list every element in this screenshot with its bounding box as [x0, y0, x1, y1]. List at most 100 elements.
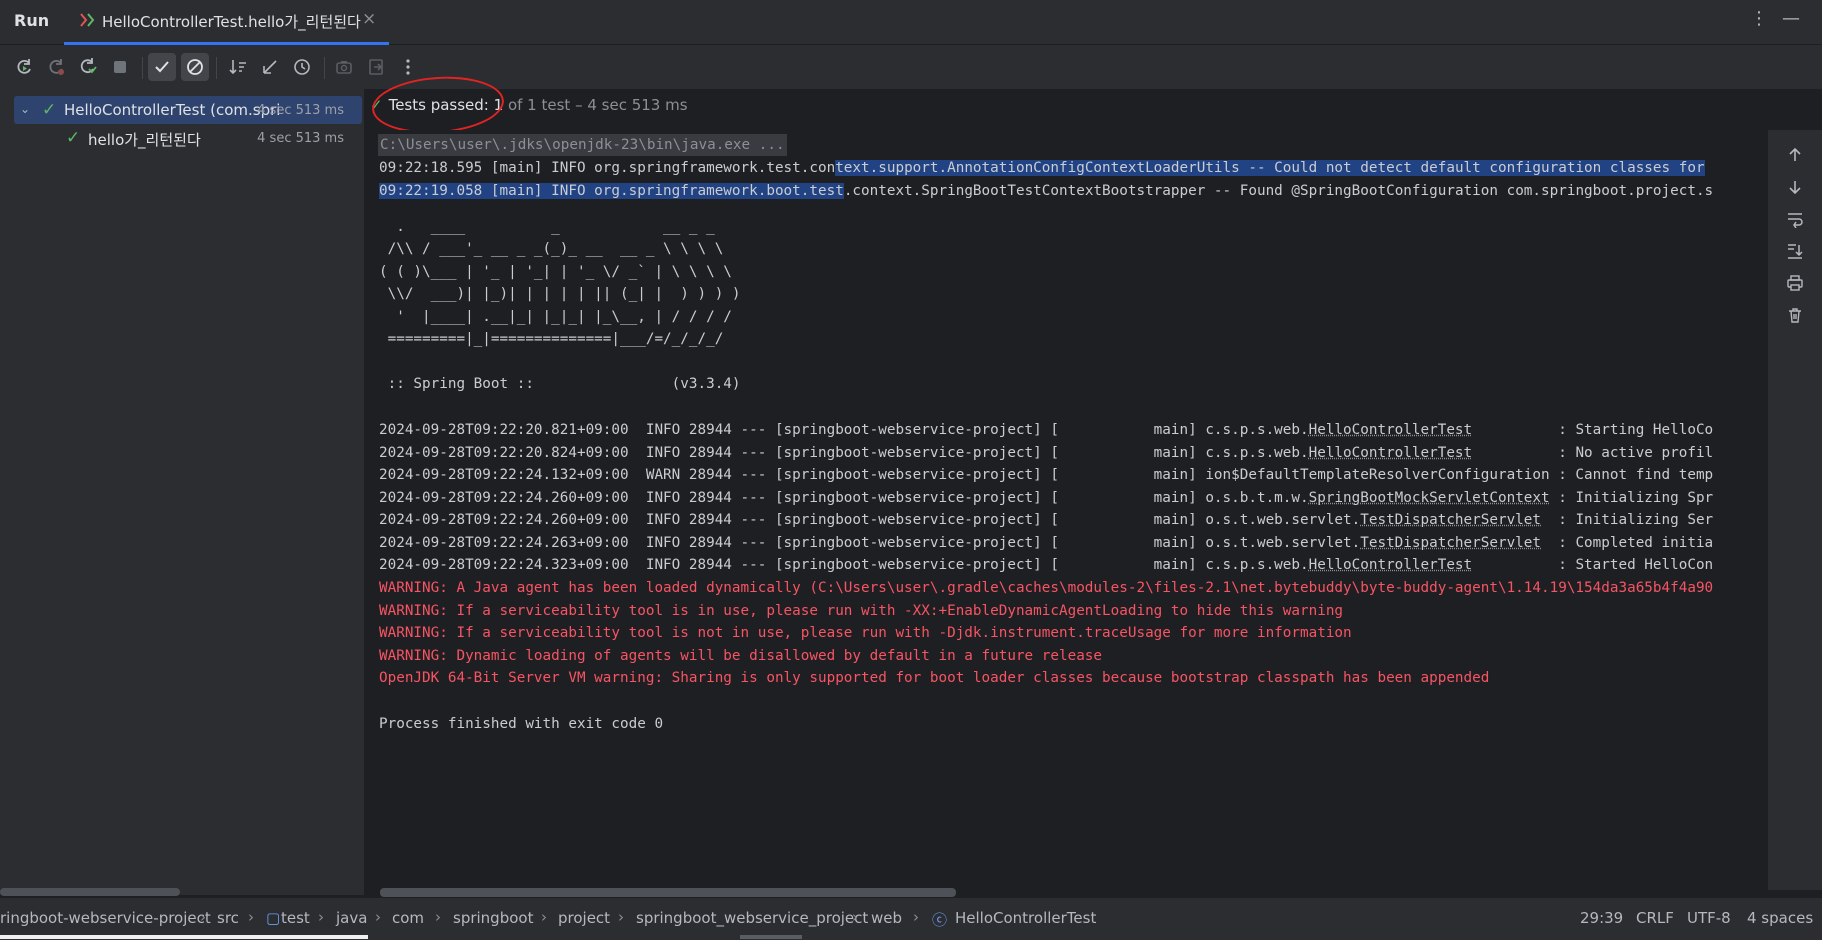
breadcrumb-separator: › [375, 908, 381, 926]
taskbar-strip [740, 935, 802, 939]
export-icon[interactable] [330, 53, 358, 81]
banner-line: . ____ _ __ _ _ [379, 219, 715, 235]
trash-icon[interactable] [1782, 302, 1808, 328]
breadcrumb-web[interactable]: web [871, 909, 902, 927]
test-class-name: HelloControllerTest (com.springboot.proj… [64, 101, 280, 119]
breadcrumb-separator: › [618, 908, 624, 926]
breadcrumb-project-pkg[interactable]: project [558, 909, 610, 927]
rerun-failed-icon[interactable] [42, 53, 70, 81]
test-passed-icon: ✓ [42, 100, 57, 120]
class-icon: ⓒ [932, 911, 948, 929]
breadcrumb-src[interactable]: src [217, 909, 239, 927]
test-passed-icon: ✓ [66, 128, 81, 148]
tab-title: HelloControllerTest.hello가_리턴된다 [102, 13, 361, 31]
chevron-down-icon[interactable]: ⌄ [20, 102, 30, 116]
breadcrumb-project[interactable]: ringboot-webservice-project [0, 909, 211, 927]
log-line: 09:22:18.595 [main] INFO org.springframe… [379, 160, 1705, 176]
log-line: 2024-09-28T09:22:20.821+09:00 INFO 28944… [379, 422, 1714, 438]
tree-item-test-class[interactable]: ⌄ ✓ HelloControllerTest (com.springboot.… [14, 96, 362, 124]
test-duration: 4 sec 513 ms [257, 103, 344, 118]
run-tool-window-header: Run HelloControllerTest.hello가_리턴된다 × ⋮ … [0, 0, 1822, 45]
class-link[interactable]: TestDispatcherServlet [1360, 535, 1541, 551]
folder-icon: ▢ [266, 909, 281, 927]
toggle-auto-test-icon[interactable] [74, 53, 102, 81]
breadcrumb-springboot[interactable]: springboot [453, 909, 533, 927]
exit-code-line: Process finished with exit code 0 [379, 716, 664, 732]
caret-position[interactable]: 29:39 [1580, 909, 1623, 927]
warning-line: WARNING: A Java agent has been loaded dy… [379, 580, 1714, 596]
run-label: Run [14, 11, 50, 30]
breadcrumb-separator: › [318, 908, 324, 926]
test-runner-toolbar [0, 45, 1822, 89]
console-horizontal-scrollbar[interactable] [380, 888, 956, 897]
log-line: 2024-09-28T09:22:24.260+09:00 INFO 28944… [379, 512, 1714, 528]
test-duration: 4 sec 513 ms [257, 131, 344, 146]
breadcrumb-test[interactable]: test [281, 909, 310, 927]
command-line[interactable]: C:\Users\user\.jdks\openjdk-23\bin\java.… [378, 134, 787, 156]
file-encoding[interactable]: UTF-8 [1687, 909, 1731, 927]
log-line: 2024-09-28T09:22:24.263+09:00 INFO 28944… [379, 535, 1714, 551]
banner-line: ' |____| .__|_| |_|_| |_\__, | / / / / [379, 309, 732, 325]
tree-horizontal-scrollbar[interactable] [0, 888, 180, 896]
breadcrumb-java[interactable]: java [336, 909, 367, 927]
taskbar-strip [0, 935, 368, 939]
log-line: 2024-09-28T09:22:24.260+09:00 INFO 28944… [379, 490, 1714, 506]
sort-alphabetically-icon[interactable] [224, 53, 252, 81]
warning-line: WARNING: Dynamic loading of agents will … [379, 648, 1103, 664]
banner-line: /\\ / ___'_ __ _ _(_)_ __ __ _ \ \ \ \ [379, 241, 724, 257]
close-icon[interactable]: × [362, 9, 376, 29]
test-summary-detail: of 1 test – 4 sec 513 ms [507, 96, 688, 114]
console-side-toolbar [1768, 130, 1822, 890]
rerun-icon[interactable] [10, 53, 38, 81]
breadcrumb-separator: › [435, 908, 441, 926]
log-line: 09:22:19.058 [main] INFO org.springframe… [379, 183, 1714, 199]
test-history-icon[interactable] [288, 53, 316, 81]
breadcrumb-webservice-pkg[interactable]: springboot_webservice_project [636, 909, 868, 927]
scroll-to-end-icon[interactable] [1782, 238, 1808, 264]
breadcrumb-class[interactable]: HelloControllerTest [955, 909, 1096, 927]
breadcrumb-com[interactable]: com [392, 909, 424, 927]
indent-setting[interactable]: 4 spaces [1747, 909, 1813, 927]
test-run-icon [80, 13, 95, 27]
toolbar-separator [216, 57, 217, 79]
breadcrumb-separator: › [248, 908, 254, 926]
more-icon[interactable] [394, 53, 422, 81]
banner-line: =========|_|==============|___/=/_/_/_/ [379, 331, 724, 347]
breadcrumb-separator: › [541, 908, 547, 926]
warning-line: WARNING: If a serviceability tool is in … [379, 603, 1344, 619]
stop-icon[interactable] [106, 53, 134, 81]
status-bar: ringboot-webservice-project › src › ▢ te… [0, 897, 1822, 940]
banner-line: ( ( )\___ | '_ | '_| | '_ \/ _` | \ \ \ … [379, 264, 732, 280]
toolbar-separator [324, 57, 325, 79]
tree-item-test-method[interactable]: ✓ hello가_리턴된다 4 sec 513 ms [14, 124, 362, 152]
minimize-icon[interactable]: — [1782, 8, 1800, 29]
soft-wrap-icon[interactable] [1782, 206, 1808, 232]
show-passed-icon[interactable] [148, 53, 176, 81]
arrow-up-icon[interactable] [1782, 142, 1808, 168]
breadcrumb-separator: › [913, 908, 919, 926]
tab-run-configuration[interactable]: HelloControllerTest.hello가_리턴된다 × [64, 0, 389, 45]
print-icon[interactable] [1782, 270, 1808, 296]
banner-line: \\/ ___)| |_)| | | | | || (_| | ) ) ) ) [379, 286, 741, 302]
test-method-name: hello가_리턴된다 [88, 131, 201, 149]
toolbar-separator [142, 57, 143, 79]
console-output[interactable]: C:\Users\user\.jdks\openjdk-23\bin\java.… [365, 130, 1767, 890]
arrow-down-icon[interactable] [1782, 174, 1808, 200]
class-link[interactable]: HelloControllerTest [1309, 445, 1473, 461]
import-icon[interactable] [362, 53, 390, 81]
log-line: 2024-09-28T09:22:24.132+09:00 WARN 28944… [379, 467, 1714, 483]
breadcrumb-separator: › [852, 908, 858, 926]
sort-by-duration-icon[interactable] [256, 53, 284, 81]
class-link[interactable]: SpringBootMockServletContext [1309, 490, 1550, 506]
warning-line: OpenJDK 64-Bit Server VM warning: Sharin… [379, 670, 1490, 686]
more-options-icon[interactable]: ⋮ [1750, 8, 1768, 29]
class-link[interactable]: TestDispatcherServlet [1360, 512, 1541, 528]
show-ignored-icon[interactable] [181, 53, 209, 81]
class-link[interactable]: HelloControllerTest [1309, 557, 1473, 573]
log-line: 2024-09-28T09:22:24.323+09:00 INFO 28944… [379, 557, 1714, 573]
breadcrumb-separator: › [200, 908, 206, 926]
test-results-tree: ⌄ ✓ HelloControllerTest (com.springboot.… [0, 89, 365, 895]
log-line: 2024-09-28T09:22:20.824+09:00 INFO 28944… [379, 445, 1714, 461]
class-link[interactable]: HelloControllerTest [1309, 422, 1473, 438]
line-separator[interactable]: CRLF [1636, 909, 1674, 927]
